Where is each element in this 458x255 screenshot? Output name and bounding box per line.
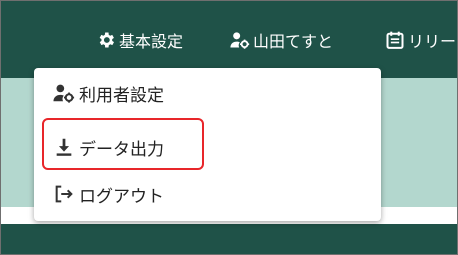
- nav-basic-settings[interactable]: 基本設定: [96, 25, 183, 55]
- menu-item-label: ログアウト: [79, 186, 164, 207]
- nav-user-menu[interactable]: 山田てすと: [230, 25, 333, 55]
- user-gear-icon: [53, 82, 75, 104]
- menu-item-label: 利用者設定: [79, 85, 164, 106]
- logout-icon: [53, 183, 75, 205]
- nav-release[interactable]: リリー: [385, 25, 456, 55]
- nav-release-label: リリー: [408, 32, 457, 51]
- gear-icon: [96, 30, 116, 50]
- nav-user-label: 山田てすと: [253, 32, 334, 51]
- user-dropdown-menu: 利用者設定 データ出力 ログアウト: [34, 68, 381, 221]
- menu-item-logout[interactable]: ログアウト: [34, 172, 381, 216]
- footer-bar: [1, 224, 457, 254]
- menu-item-user-settings[interactable]: 利用者設定: [34, 71, 381, 115]
- menu-item-data-export[interactable]: データ出力: [34, 125, 381, 169]
- calendar-icon: [385, 30, 405, 50]
- user-gear-icon: [230, 30, 250, 50]
- download-icon: [53, 136, 75, 158]
- menu-item-label: データ出力: [79, 139, 164, 160]
- app-frame: 基本設定 山田てすと リリー 利用者設定 データ出力 ログアウト: [0, 0, 458, 255]
- nav-basic-settings-label: 基本設定: [119, 32, 184, 51]
